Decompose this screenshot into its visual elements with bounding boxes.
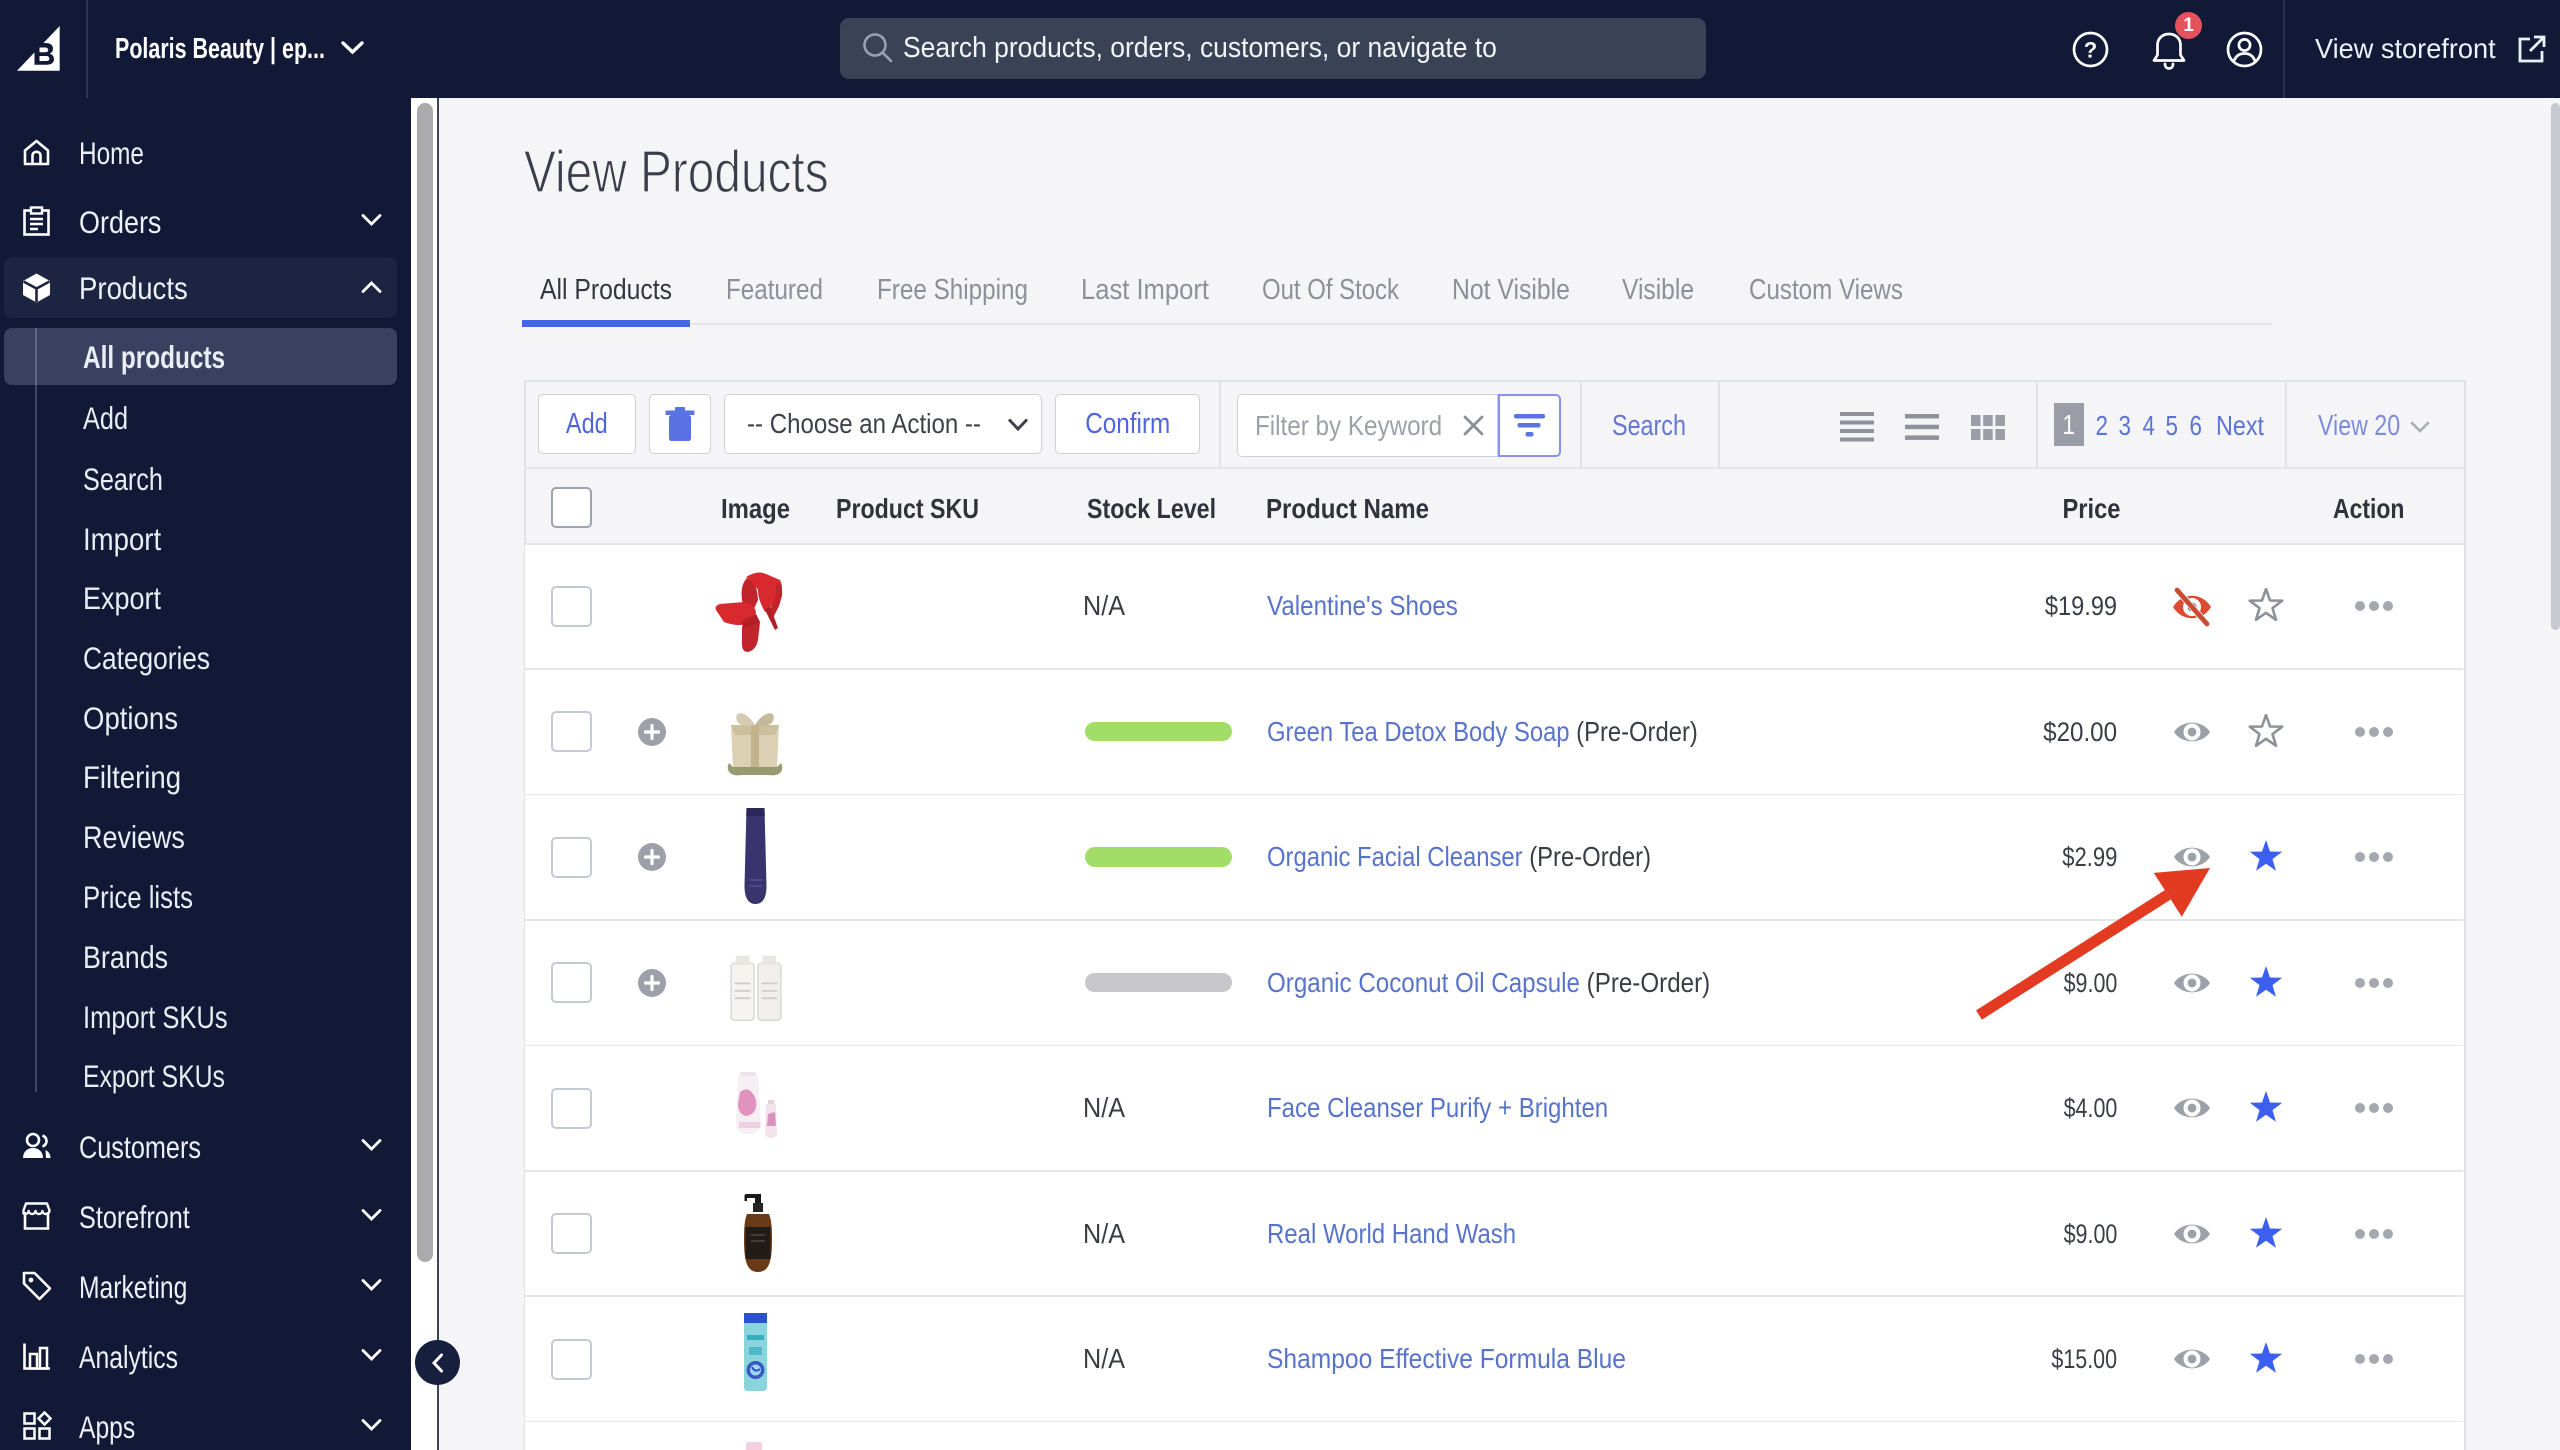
svg-text:?: ? bbox=[2084, 38, 2097, 63]
